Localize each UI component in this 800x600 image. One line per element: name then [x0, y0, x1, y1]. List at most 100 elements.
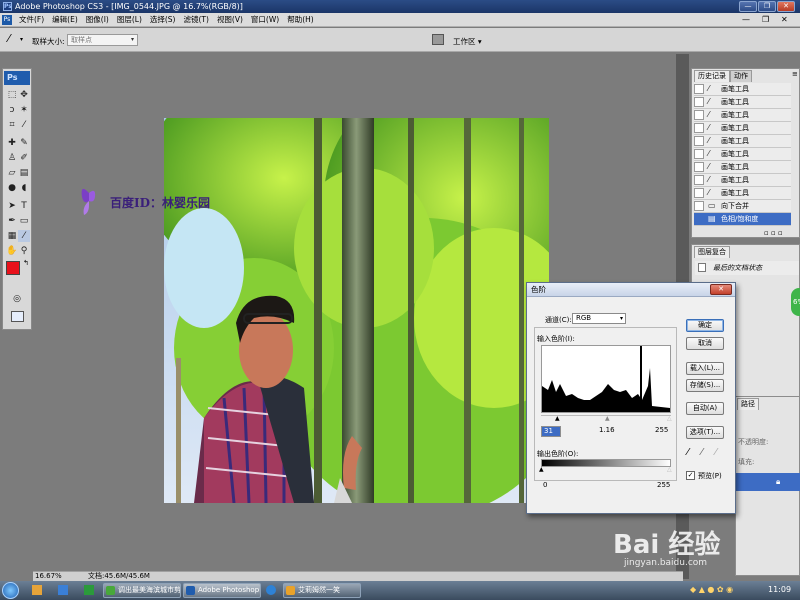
pen-tool-icon[interactable]: ✒	[6, 215, 18, 227]
zoom-tool-icon[interactable]: ⚲	[18, 245, 30, 257]
ok-button[interactable]: 确定	[686, 319, 724, 332]
black-point-slider[interactable]: ▲	[555, 415, 560, 422]
menu-edit[interactable]: 编辑(E)	[48, 13, 82, 27]
menu-file[interactable]: 文件(F)	[15, 13, 48, 27]
history-row[interactable]: ⁄ 画笔工具	[694, 148, 791, 161]
move-tool-icon[interactable]: ✥	[18, 89, 30, 101]
history-row[interactable]: ⁄ 画笔工具	[694, 135, 791, 148]
channel-select[interactable]: RGB ▾	[572, 313, 626, 324]
white-eyedropper-icon[interactable]: ⁄	[715, 447, 717, 458]
menu-view[interactable]: 视图(V)	[213, 13, 247, 27]
history-row[interactable]: ⁄ 画笔工具	[694, 187, 791, 200]
history-row[interactable]: ⁄ 画笔工具	[694, 96, 791, 109]
tab-actions[interactable]: 动作	[730, 70, 752, 82]
type-tool-icon[interactable]: T	[18, 200, 30, 212]
menu-filter[interactable]: 滤镜(T)	[180, 13, 213, 27]
white-point-slider[interactable]: △	[667, 415, 672, 422]
options-button[interactable]: 选项(T)...	[686, 426, 724, 439]
sample-size-select[interactable]: 取样点 ▾	[67, 34, 138, 46]
auto-button[interactable]: 自动(A)	[686, 402, 724, 415]
minimize-button[interactable]: —	[739, 1, 757, 12]
output-black-slider[interactable]: ▲	[539, 466, 544, 473]
side-badge[interactable]: 6%	[791, 288, 800, 316]
output-black-field[interactable]: 0	[541, 481, 561, 492]
menu-select[interactable]: 选择(S)	[146, 13, 180, 27]
magic-wand-tool-icon[interactable]: ✶	[18, 104, 30, 116]
shape-tool-icon[interactable]: ▭	[18, 215, 30, 227]
input-gamma-field[interactable]: 1.16	[597, 426, 619, 437]
quicklaunch-folder-icon[interactable]	[32, 585, 42, 595]
swap-colors-icon[interactable]: ↰	[23, 259, 29, 267]
last-document-state-row[interactable]: 最后的文档状态	[695, 261, 799, 275]
palette-well-icon[interactable]	[432, 34, 444, 45]
screen-mode-icon[interactable]	[11, 311, 24, 322]
history-row[interactable]: ▭ 向下合并	[694, 200, 791, 213]
brush-tool-icon[interactable]: ✎	[18, 137, 30, 149]
brush-icon: ⁄	[708, 123, 710, 132]
preview-checkbox[interactable]: ✓	[686, 471, 695, 480]
tool-preset-chevron-icon[interactable]: ▾	[20, 36, 23, 43]
notes-tool-icon[interactable]: ▦	[6, 230, 18, 242]
history-brush-tool-icon[interactable]: ✐	[18, 152, 30, 164]
menu-window[interactable]: 窗口(W)	[247, 13, 283, 27]
hand-tool-icon[interactable]: ✋	[6, 245, 18, 257]
lasso-tool-icon[interactable]: ↄ	[6, 104, 18, 116]
workspace-button[interactable]: 工作区 ▾	[453, 36, 482, 47]
black-eyedropper-icon[interactable]: ⁄	[687, 447, 689, 458]
dodge-tool-icon[interactable]: ◖	[18, 182, 30, 194]
quicklaunch-app-icon[interactable]	[84, 585, 94, 595]
gradient-tool-icon[interactable]: ▤	[18, 167, 30, 179]
quicklaunch-ie-icon[interactable]	[58, 585, 68, 595]
doc-minimize-button[interactable]: —	[742, 15, 750, 24]
history-row[interactable]: ⁄ 画笔工具	[694, 122, 791, 135]
output-white-field[interactable]: 255	[655, 481, 675, 492]
task-browser[interactable]: 调出最美海滨城市剪...	[103, 583, 181, 598]
gamma-slider[interactable]: ▲	[605, 415, 610, 422]
eraser-tool-icon[interactable]: ▱	[6, 167, 18, 179]
crop-tool-icon[interactable]: ⌗	[6, 119, 18, 131]
document-canvas[interactable]	[164, 118, 549, 503]
history-row[interactable]: ⁄ 画笔工具	[694, 83, 791, 96]
dialog-close-button[interactable]: ✕	[710, 284, 732, 295]
marquee-tool-icon[interactable]: ⬚	[6, 89, 18, 101]
input-white-field[interactable]: 255	[653, 426, 673, 437]
eyedropper-tool-icon[interactable]: ⁄	[18, 230, 30, 242]
start-button[interactable]	[2, 582, 19, 599]
task-qq-icon[interactable]	[266, 585, 276, 595]
doc-restore-button[interactable]: ❐	[762, 15, 769, 24]
tray-icons[interactable]: ◆ ▲ ● ✿ ◉	[690, 585, 733, 594]
task-photoshop[interactable]: Adobe Photoshop ...	[183, 583, 261, 598]
layer-row-selected[interactable]	[736, 473, 800, 491]
cancel-button[interactable]: 取消	[686, 337, 724, 350]
maximize-button[interactable]: ❐	[758, 1, 776, 12]
history-row[interactable]: ⁄ 画笔工具	[694, 174, 791, 187]
tab-history[interactable]: 历史记录	[694, 70, 730, 82]
close-button[interactable]: ✕	[777, 1, 795, 12]
history-row-selected[interactable]: ▤ 色相/饱和度	[694, 213, 791, 226]
output-white-slider[interactable]: △	[667, 466, 672, 473]
foreground-color-swatch[interactable]	[6, 261, 20, 275]
blur-tool-icon[interactable]: ●	[6, 182, 18, 194]
path-selection-tool-icon[interactable]: ➤	[6, 200, 18, 212]
doc-close-button[interactable]: ✕	[781, 15, 788, 24]
menu-help[interactable]: 帮助(H)	[283, 13, 318, 27]
quick-mask-icon[interactable]: ◎	[11, 293, 23, 305]
tab-paths[interactable]: 路径	[737, 398, 759, 410]
tab-layer-comps[interactable]: 图层复合	[694, 246, 730, 258]
history-row[interactable]: ⁄ 画笔工具	[694, 161, 791, 174]
save-button[interactable]: 存储(S)...	[686, 379, 724, 392]
history-row[interactable]: ⁄ 画笔工具	[694, 109, 791, 122]
healing-brush-tool-icon[interactable]: ✚	[6, 137, 18, 149]
clone-stamp-tool-icon[interactable]: ♙	[6, 152, 18, 164]
menu-layer[interactable]: 图层(L)	[113, 13, 146, 27]
input-black-field[interactable]: 31	[541, 426, 561, 437]
history-footer-icons[interactable]: ▫ ▫ ▫	[764, 229, 783, 237]
eyedropper-icon[interactable]: ⁄	[8, 32, 10, 45]
task-document[interactable]: 艾莉姆然一笑	[283, 583, 361, 598]
menu-image[interactable]: 图像(I)	[82, 13, 113, 27]
panel-menu-icon[interactable]: ≡	[792, 70, 798, 78]
slice-tool-icon[interactable]: ⁄	[18, 119, 30, 131]
load-button[interactable]: 载入(L)...	[686, 362, 724, 375]
gray-eyedropper-icon[interactable]: ⁄	[701, 447, 703, 458]
zoom-level[interactable]: 16.67%	[35, 572, 62, 581]
